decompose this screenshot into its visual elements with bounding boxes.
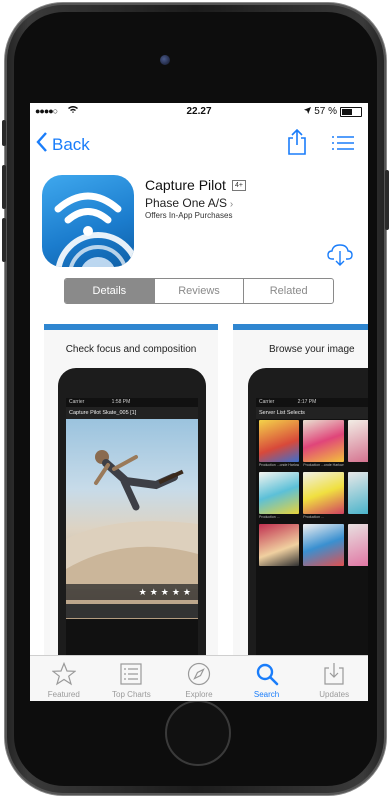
thumbnail-label: Production ...onde Harlow [303,463,344,467]
thumbnail[interactable] [303,524,344,567]
navigation-bar: Back [30,121,368,165]
tab-related[interactable]: Related [243,279,333,303]
app-store-screen: ●●●●○ 22.27 57 % Back Capture Pilot 4+ P… [30,103,368,701]
volume-up-button [2,165,6,209]
list-icon[interactable] [332,135,354,151]
mini-carrier: Carrier [259,399,275,405]
cloud-download-icon[interactable] [327,241,353,267]
home-button[interactable] [165,700,231,766]
volume-down-button [2,218,6,262]
location-arrow-icon [304,106,312,117]
in-app-purchases-note: Offers In-App Purchases [145,211,233,220]
mute-switch [2,120,6,146]
list-icon [119,662,143,686]
screenshot-caption: Check focus and composition [65,344,197,355]
download-tray-icon [322,662,346,686]
screenshot-accent-bar [44,324,218,330]
tab-updates[interactable]: Updates [300,656,368,701]
thumbnail-label: Production ... [259,515,280,519]
device-mockup: Carrier 1:58 PM Capture Pilot Skate_005 … [58,368,206,701]
battery-fill [342,108,352,115]
thumbnail[interactable]: Production ... [303,472,344,519]
thumbnail-grid: Production ...onde Harlow Production ...… [259,420,368,567]
screenshot-2[interactable]: Browse your image Carrier 2:17 PM Server… [233,324,368,701]
tab-label: Featured [47,690,80,699]
screenshot-1[interactable]: Check focus and composition Carrier 1:58… [44,324,218,701]
power-button [385,170,389,230]
share-icon[interactable] [286,128,308,155]
front-camera [160,55,170,65]
tab-details[interactable]: Details [65,279,154,303]
thumbnail[interactable]: Production ...onde Harlow [303,420,344,467]
tab-label: Top Charts [112,690,151,699]
mini-time: 2:17 PM [297,399,317,405]
thumbnail-label: Production ...onde Harlow [259,463,300,467]
mini-status-bar: Carrier 2:17 PM [256,398,368,407]
segmented-control: Details Reviews Related [64,278,334,304]
developer-link[interactable]: Phase One A/S › [145,196,233,210]
mini-nav-bar: Server List Selects [256,407,368,419]
back-button[interactable]: Back [36,132,90,157]
tab-label: Search [253,690,280,699]
mini-status-bar: Carrier 1:58 PM [66,398,198,407]
app-name-text: Capture Pilot [145,177,226,193]
back-label: Back [52,134,90,154]
star-icon [51,661,77,686]
tab-featured[interactable]: Featured [30,656,98,701]
compass-icon [187,662,211,686]
status-bar: ●●●●○ 22.27 57 % [30,103,368,121]
thumbnail[interactable]: Production ... [259,472,300,519]
tab-top-charts[interactable]: Top Charts [98,656,166,701]
tab-label: Updates [319,690,350,699]
device-mockup: Carrier 2:17 PM Server List Selects Prod… [248,368,368,701]
thumbnail[interactable] [259,524,300,567]
tab-explore[interactable]: Explore [165,656,233,701]
rating-stars: ★★★★★ [66,584,198,600]
app-icon [42,175,134,267]
mini-time: 1:58 PM [111,399,131,405]
search-icon [255,662,279,686]
screenshot-caption: Browse your image [269,344,355,355]
chevron-left-icon [36,132,48,157]
chevron-right-icon: › [227,199,234,210]
mini-carrier: Carrier [69,399,85,405]
thumbnail[interactable] [347,524,368,567]
battery-icon [340,106,362,117]
thumbnail-label: Production ... [303,515,324,519]
thumbnail[interactable] [347,472,368,519]
screenshot-accent-bar [233,324,368,330]
app-name: Capture Pilot 4+ [145,177,246,193]
mini-toolbar [66,604,198,618]
age-rating-badge: 4+ [231,179,246,191]
tab-reviews[interactable]: Reviews [153,279,244,303]
battery-percent: 57 % [314,106,337,117]
tab-bar: Featured Top Charts Explore Search Updat… [30,655,368,701]
tab-search[interactable]: Search [233,656,301,701]
mini-nav-bar: Capture Pilot Skate_005 [1] [66,407,198,419]
thumbnail[interactable]: Production ...onde Harlow [259,420,300,467]
developer-name: Phase One A/S [145,196,228,210]
tab-label: Explore [185,690,213,699]
thumbnail[interactable] [347,420,368,467]
